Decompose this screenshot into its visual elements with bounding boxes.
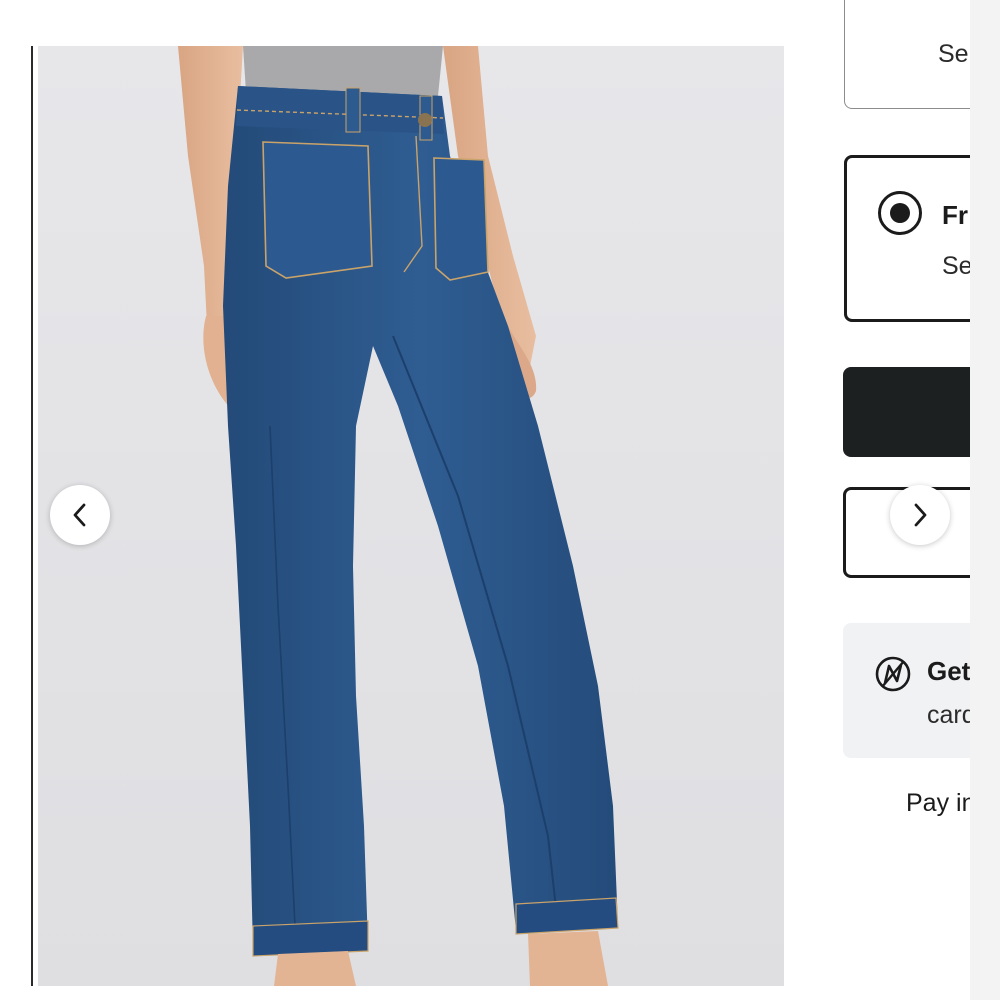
pay-in-installments-text: Pay in <box>906 789 970 817</box>
shipping-option-selected[interactable]: Fr Se <box>844 155 970 322</box>
gallery-divider <box>31 46 33 986</box>
shipping-option-title: Fr <box>942 200 968 230</box>
shipping-option-subtitle: Se <box>938 40 969 68</box>
chevron-left-icon <box>73 503 86 527</box>
radio-selected-icon[interactable] <box>878 191 922 235</box>
chevron-right-icon <box>914 503 927 527</box>
gallery-next-button[interactable] <box>890 485 950 545</box>
scrollbar-track[interactable] <box>970 0 1000 1000</box>
card-promo-banner[interactable]: Get card <box>843 623 970 758</box>
shipping-option-standard[interactable]: Se <box>844 0 970 109</box>
product-photo <box>178 46 619 986</box>
product-page: Se Fr Se Get card Pay in <box>0 0 1000 1000</box>
promo-subtitle: card <box>927 701 970 729</box>
product-image-gallery[interactable] <box>38 46 784 986</box>
gallery-prev-button[interactable] <box>50 485 110 545</box>
shipping-option-subtitle: Se <box>942 252 970 280</box>
add-to-bag-button[interactable] <box>843 367 970 457</box>
promo-title: Get <box>927 656 970 686</box>
nordstrom-n-logo-icon <box>875 656 911 692</box>
